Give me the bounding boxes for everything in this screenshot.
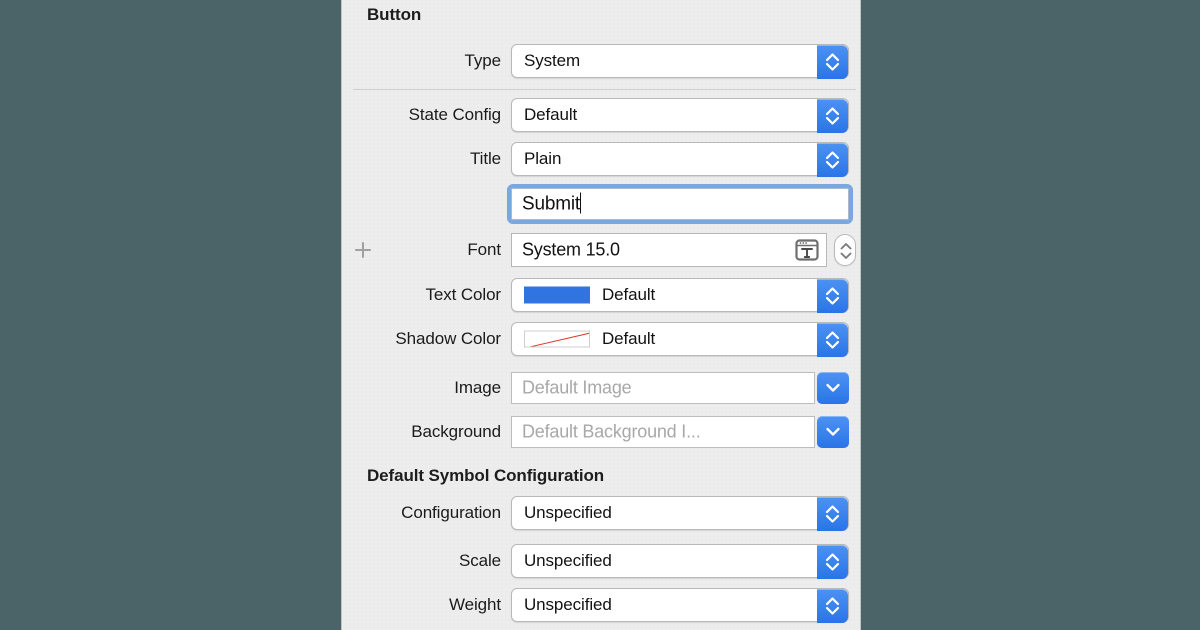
configuration-popup-button[interactable]: Unspecified bbox=[511, 496, 849, 531]
shadow-color-swatch bbox=[524, 330, 590, 348]
state-config-popup-button[interactable]: Default bbox=[511, 98, 849, 133]
chevron-down-icon[interactable] bbox=[817, 416, 849, 448]
chevron-updown-icon[interactable] bbox=[817, 589, 848, 623]
font-value: System 15.0 bbox=[522, 239, 620, 260]
chevron-updown-icon[interactable] bbox=[817, 497, 848, 531]
type-popup-button[interactable]: System bbox=[511, 44, 849, 79]
shadow-color-value: Default bbox=[602, 329, 656, 348]
section-header-default-symbol-configuration: Default Symbol Configuration bbox=[367, 466, 605, 485]
text-color-swatch bbox=[524, 286, 590, 304]
section-divider bbox=[353, 89, 856, 90]
label-state-config: State Config bbox=[408, 105, 501, 124]
chevron-updown-icon[interactable] bbox=[817, 323, 848, 357]
row-configuration: Configuration Unspecified bbox=[342, 496, 860, 531]
row-scale: Scale Unspecified bbox=[342, 544, 860, 579]
shadow-color-popup-button[interactable]: Default bbox=[511, 322, 849, 357]
row-type: Type System bbox=[342, 44, 860, 79]
title-text-input-inner: Submit bbox=[511, 188, 849, 220]
label-scale: Scale bbox=[458, 551, 501, 570]
title-style-value: Plain bbox=[524, 149, 562, 168]
chevron-updown-icon[interactable] bbox=[817, 143, 848, 177]
row-image: Image Default Image bbox=[342, 372, 860, 404]
type-value: System bbox=[524, 51, 581, 70]
title-text-value-wrapper: Submit bbox=[522, 192, 582, 216]
scale-popup-button[interactable]: Unspecified bbox=[511, 544, 849, 579]
chevron-updown-icon[interactable] bbox=[817, 99, 848, 133]
row-title: Title Plain bbox=[342, 142, 860, 177]
background-combo-box[interactable]: Default Background I... bbox=[511, 416, 849, 448]
weight-popup-button[interactable]: Unspecified bbox=[511, 588, 849, 623]
title-style-popup-button[interactable]: Plain bbox=[511, 142, 849, 177]
row-state-config: State Config Default bbox=[342, 98, 860, 133]
font-panel-icon[interactable] bbox=[794, 237, 820, 263]
label-configuration: Configuration bbox=[401, 503, 501, 522]
chevron-updown-icon[interactable] bbox=[817, 45, 848, 79]
row-text-color: Text Color Default bbox=[342, 278, 860, 313]
image-placeholder: Default Image bbox=[522, 377, 632, 398]
text-caret bbox=[579, 192, 582, 214]
row-font: Font System 15.0 bbox=[342, 233, 860, 267]
label-text-color: Text Color bbox=[425, 285, 501, 304]
background-input[interactable]: Default Background I... bbox=[511, 416, 815, 448]
text-color-value: Default bbox=[602, 285, 656, 304]
font-input[interactable]: System 15.0 bbox=[511, 233, 827, 267]
screen: Button Type System State Config Default bbox=[0, 0, 1200, 630]
image-input[interactable]: Default Image bbox=[511, 372, 815, 404]
add-state-button[interactable] bbox=[352, 239, 374, 261]
label-background: Background bbox=[411, 422, 501, 441]
label-font: Font bbox=[467, 240, 501, 259]
label-title: Title bbox=[470, 149, 501, 168]
label-shadow-color: Shadow Color bbox=[395, 329, 501, 348]
row-title-text: Submit bbox=[342, 184, 860, 224]
image-combo-box[interactable]: Default Image bbox=[511, 372, 849, 404]
chevron-updown-icon[interactable] bbox=[817, 545, 848, 579]
text-color-popup-button[interactable]: Default bbox=[511, 278, 849, 313]
state-config-value: Default bbox=[524, 105, 578, 124]
background-placeholder: Default Background I... bbox=[522, 421, 701, 442]
row-background: Background Default Background I... bbox=[342, 416, 860, 448]
label-type: Type bbox=[464, 51, 502, 70]
configuration-value: Unspecified bbox=[524, 503, 612, 522]
scale-value: Unspecified bbox=[524, 551, 612, 570]
chevron-down-icon[interactable] bbox=[817, 372, 849, 404]
attributes-inspector-panel: Button Type System State Config Default bbox=[341, 0, 861, 630]
weight-value: Unspecified bbox=[524, 595, 612, 614]
font-size-stepper[interactable] bbox=[834, 234, 856, 266]
chevron-updown-icon[interactable] bbox=[817, 279, 848, 313]
label-weight: Weight bbox=[448, 595, 501, 614]
no-color-slash-icon bbox=[525, 331, 589, 347]
label-image: Image bbox=[454, 378, 501, 397]
row-shadow-color: Shadow Color Default bbox=[342, 322, 860, 357]
title-text-value: Submit bbox=[522, 193, 580, 215]
row-weight: Weight Unspecified bbox=[342, 588, 860, 623]
section-header-button: Button bbox=[367, 5, 422, 24]
title-text-input[interactable]: Submit bbox=[507, 184, 853, 224]
